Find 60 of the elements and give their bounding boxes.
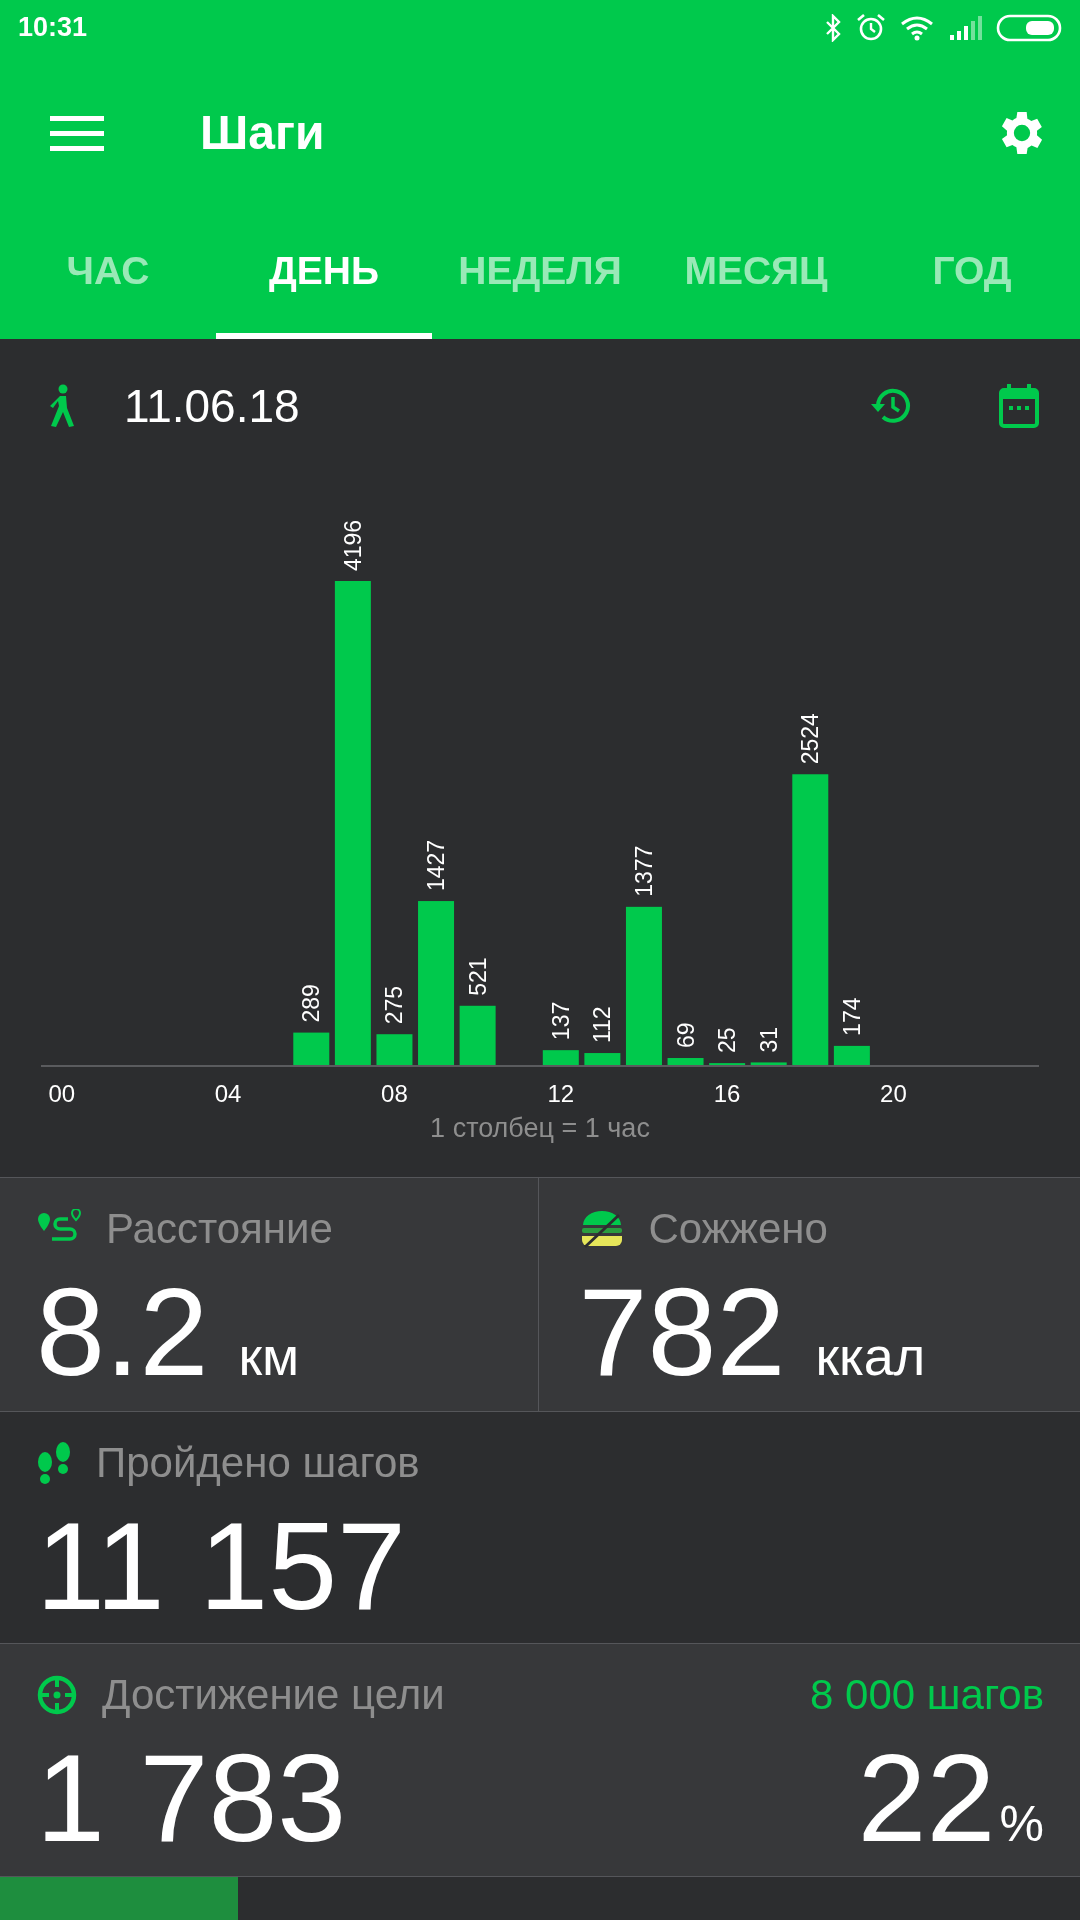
chart-bar: [750, 1062, 787, 1067]
goal-target: 8 000 шагов: [810, 1671, 1044, 1720]
stat-value: 8.2: [36, 1263, 209, 1401]
status-time: 10:31: [18, 12, 88, 43]
date-label: 11.06.18: [124, 378, 300, 433]
bar-value-label: 174: [838, 997, 865, 1036]
chart-bar: [376, 1034, 413, 1067]
period-tab[interactable]: МЕСЯЦ: [648, 210, 864, 339]
stat-value: 11 157: [36, 1497, 407, 1635]
bluetooth-icon: [824, 13, 842, 42]
bar-value-label: 1427: [423, 840, 450, 892]
menu-icon: [50, 113, 104, 152]
bar-value-label: 521: [464, 957, 491, 996]
axis-tick-label: 20: [880, 1080, 907, 1108]
bar-value-label: 25: [714, 1027, 741, 1054]
axis-tick-label: 12: [547, 1080, 575, 1108]
battery-icon: [996, 13, 1062, 42]
stat-value: 1 783: [36, 1730, 347, 1867]
stat-label: Пройдено шагов: [96, 1438, 420, 1487]
period-tab[interactable]: ДЕНЬ: [216, 210, 432, 339]
chart-bar: [459, 1005, 496, 1067]
chart-bar: [293, 1032, 330, 1067]
period-tab[interactable]: ГОД: [864, 210, 1080, 339]
target-icon: [36, 1674, 78, 1717]
alarm-icon: [856, 12, 886, 43]
app-title: Шаги: [200, 105, 325, 160]
signal-icon: [948, 14, 982, 41]
bar-value-label: 112: [589, 1006, 616, 1044]
bar-value-label: 1377: [630, 845, 657, 897]
axis-tick-label: 16: [713, 1080, 741, 1108]
stat-unit: км: [238, 1324, 300, 1387]
chart-bar: [833, 1046, 870, 1067]
bar-value-label: 2524: [797, 713, 824, 765]
stat-unit: ккал: [815, 1324, 926, 1387]
bar-value-label: 275: [381, 985, 408, 1025]
stat-label: Расстояние: [106, 1204, 333, 1253]
bar-value-label: 4196: [339, 519, 366, 572]
chart-bar: [709, 1063, 746, 1067]
percent-sign: %: [999, 1795, 1044, 1854]
wifi-icon: [900, 14, 934, 41]
stat-label: Сожжено: [648, 1204, 828, 1253]
stat-value: 782: [578, 1263, 786, 1401]
chart-bar: [542, 1050, 579, 1067]
walking-person-icon: [48, 383, 76, 428]
bar-value-label: 31: [755, 1026, 782, 1053]
chart-bar: [667, 1058, 704, 1067]
axis-tick-label: 04: [214, 1080, 242, 1108]
axis-tick-label: 00: [48, 1080, 76, 1108]
goal-percent: 22: [857, 1730, 996, 1867]
period-tab[interactable]: ЧАС: [0, 210, 216, 339]
chart-caption: 1 столбец = 1 час: [430, 1113, 650, 1145]
period-tab[interactable]: НЕДЕЛЯ: [432, 210, 648, 339]
calendar-icon: [998, 382, 1040, 429]
bar-value-label: 137: [547, 1001, 574, 1041]
footprints-icon: [36, 1439, 72, 1486]
calendar-button[interactable]: [998, 382, 1040, 429]
axis-tick-label: 08: [381, 1080, 408, 1108]
stat-label: Достижение цели: [102, 1671, 445, 1720]
bar-value-label: 69: [672, 1022, 699, 1049]
bar-value-label: 289: [298, 984, 325, 1023]
